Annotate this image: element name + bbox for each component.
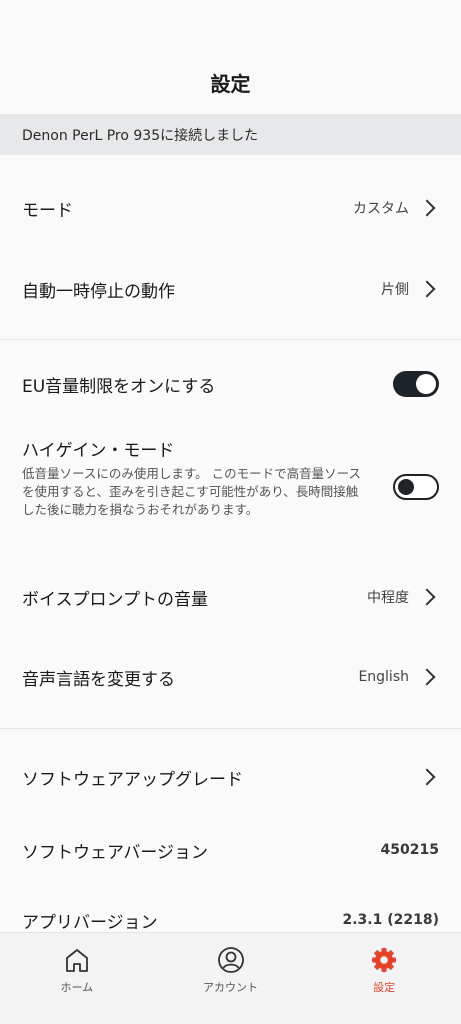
chevron-right-icon [418, 668, 436, 686]
app-version-label: アプリバージョン [22, 912, 158, 933]
voice-prompt-value: 中程度 [367, 590, 409, 606]
voice-prompt-row[interactable]: ボイスプロンプトの音量 中程度 [0, 569, 461, 625]
eu-volume-label: EU音量制限をオンにする [22, 376, 216, 397]
mode-label: モード [22, 200, 73, 221]
connection-banner-text: Denon PerL Pro 935に接続しました [22, 127, 259, 144]
mode-value: カスタム [353, 201, 409, 217]
eu-volume-toggle[interactable] [393, 371, 439, 397]
high-gain-text: ハイゲイン・モード 低音量ソースにのみ使用します。 このモードで高音量ソースを使… [22, 436, 393, 519]
voice-prompt-label: ボイスプロンプトの音量 [22, 589, 208, 610]
chevron-right-icon [418, 199, 436, 217]
tab-settings[interactable]: 設定 [307, 933, 461, 1024]
high-gain-row: ハイゲイン・モード 低音量ソースにのみ使用します。 このモードで高音量ソースを使… [0, 436, 461, 542]
high-gain-toggle[interactable] [393, 474, 439, 500]
voice-language-label: 音声言語を変更する [22, 669, 175, 690]
page-title: 設定 [210, 72, 251, 96]
section-divider [0, 339, 461, 340]
software-version-label: ソフトウェアバージョン [22, 842, 208, 863]
software-version-row: ソフトウェアバージョン 450215 [0, 822, 461, 878]
software-version-value: 450215 [380, 842, 439, 858]
voice-language-row[interactable]: 音声言語を変更する English [0, 649, 461, 705]
account-icon [217, 947, 244, 973]
high-gain-label: ハイゲイン・モード [22, 441, 175, 461]
connection-banner: Denon PerL Pro 935に接続しました [0, 114, 461, 155]
auto-pause-label: 自動一時停止の動作 [22, 281, 175, 302]
tab-settings-label: 設定 [373, 981, 396, 994]
chevron-right-icon [418, 280, 436, 298]
auto-pause-value: 片側 [381, 282, 409, 298]
eu-volume-row: EU音量制限をオンにする [0, 358, 461, 410]
high-gain-description: 低音量ソースにのみ使用します。 このモードで高音量ソースを使用すると、歪みを引き… [22, 466, 361, 517]
chevron-right-icon [418, 588, 436, 606]
tab-home-label: ホーム [60, 981, 94, 994]
tab-account-label: アカウント [203, 981, 258, 994]
voice-language-value: English [358, 669, 409, 685]
tab-account[interactable]: アカウント [154, 933, 308, 1024]
section-divider [0, 728, 461, 729]
tab-bar: ホーム アカウント 設定 [0, 932, 461, 1024]
chevron-right-icon [418, 768, 436, 786]
gear-icon [372, 948, 397, 972]
mode-row[interactable]: モード カスタム [0, 180, 461, 236]
auto-pause-row[interactable]: 自動一時停止の動作 片側 [0, 261, 461, 317]
tab-home[interactable]: ホーム [0, 933, 154, 1024]
software-upgrade-label: ソフトウェアアップグレード [22, 769, 243, 790]
software-upgrade-row[interactable]: ソフトウェアアップグレード [0, 749, 461, 805]
toggle-knob [416, 374, 436, 394]
app-version-value: 2.3.1 (2218) [342, 912, 440, 928]
toggle-knob [398, 479, 414, 495]
home-icon [65, 949, 88, 972]
